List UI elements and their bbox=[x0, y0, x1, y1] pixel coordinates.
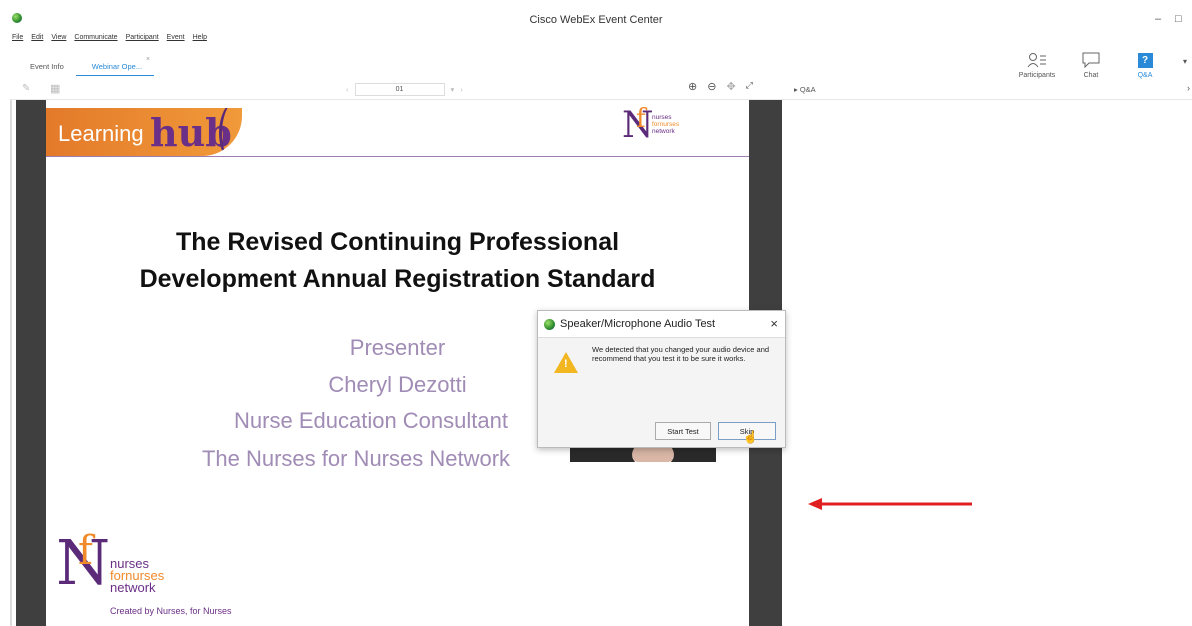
tab-event-info[interactable]: Event Info bbox=[12, 56, 76, 76]
overflow-chevron-icon[interactable]: ▾ bbox=[1183, 57, 1187, 66]
title-bar: Cisco WebEx Event Center – □ bbox=[0, 10, 1192, 32]
prev-page-icon[interactable]: ‹ bbox=[346, 85, 349, 94]
maximize-button[interactable]: □ bbox=[1175, 13, 1182, 25]
panel-buttons: Participants Chat ? Q&A bbox=[1010, 50, 1172, 79]
tab-close-icon[interactable]: × bbox=[146, 56, 150, 63]
left-border bbox=[10, 100, 12, 626]
menu-communicate[interactable]: Communicate bbox=[74, 34, 117, 46]
participants-icon bbox=[1010, 50, 1064, 70]
nfn-logo-large: N f nurses fornurses network Created by … bbox=[56, 528, 276, 622]
logo-line: network bbox=[652, 128, 675, 135]
annotate-pen-icon[interactable]: ✎ bbox=[22, 83, 30, 94]
nfn-logo-small: N f nurses fornurses network bbox=[622, 104, 712, 152]
tab-label: Event Info bbox=[30, 62, 64, 71]
webex-logo-icon bbox=[544, 318, 555, 330]
page-dropdown-icon[interactable]: ▾ bbox=[451, 85, 455, 94]
dialog-title-text: Speaker/Microphone Audio Test bbox=[560, 318, 716, 330]
banner-learning-text: Learning bbox=[58, 121, 144, 146]
collapse-panel-icon[interactable]: › bbox=[1187, 83, 1190, 93]
nfn-tagline: Created by Nurses, for Nurses bbox=[110, 606, 232, 616]
header-divider bbox=[46, 156, 749, 157]
menu-edit[interactable]: Edit bbox=[31, 34, 43, 46]
menu-participant[interactable]: Participant bbox=[126, 34, 159, 46]
minimize-button[interactable]: – bbox=[1155, 13, 1161, 25]
window-title: Cisco WebEx Event Center bbox=[529, 14, 663, 26]
qa-badge: ? bbox=[1137, 52, 1153, 68]
next-page-icon[interactable]: › bbox=[460, 85, 463, 94]
menu-bar: File Edit View Communicate Participant E… bbox=[12, 34, 207, 46]
logo-line: fornurses bbox=[652, 121, 680, 128]
chat-icon bbox=[1064, 50, 1118, 70]
qa-panel-header[interactable]: ▸ Q&A bbox=[794, 85, 816, 94]
webex-window: Cisco WebEx Event Center – □ File Edit V… bbox=[0, 0, 1192, 626]
participants-button[interactable]: Participants bbox=[1010, 50, 1064, 79]
participants-label: Participants bbox=[1018, 72, 1056, 79]
tab-label: Webinar Ope... bbox=[91, 62, 143, 71]
nfn-logo-text-large: nurses fornurses network bbox=[110, 557, 164, 595]
menu-view[interactable]: View bbox=[51, 34, 66, 46]
presenter-photo bbox=[570, 448, 716, 462]
page-number-input[interactable] bbox=[354, 82, 445, 96]
dialog-message: We detected that you changed your audio … bbox=[592, 345, 770, 363]
chat-label: Chat bbox=[1083, 72, 1099, 79]
learning-hub-banner: Learning hub bbox=[46, 108, 242, 156]
tab-webinar[interactable]: Webinar Ope... × bbox=[75, 56, 155, 76]
zoom-out-icon[interactable]: ⊖ bbox=[707, 80, 716, 93]
fit-icon[interactable]: ✥ bbox=[726, 80, 735, 93]
banner-hub-text: hub bbox=[150, 110, 232, 155]
dialog-body: ! We detected that you changed your audi… bbox=[538, 337, 785, 447]
red-arrow-annotation bbox=[808, 498, 972, 510]
nfn-logo-f-icon: f bbox=[636, 104, 646, 134]
logo-line: nurses bbox=[652, 114, 672, 121]
slide-title: The Revised Continuing Professional Deve… bbox=[46, 224, 749, 298]
thumbnail-grid-icon[interactable]: ▦ bbox=[50, 82, 60, 95]
qa-icon: ? bbox=[1118, 50, 1172, 70]
slide-title-line: The Revised Continuing Professional bbox=[175, 228, 620, 256]
slide-title-line: Development Annual Registration Standard bbox=[139, 265, 656, 293]
nfn-logo-text-small: nurses fornurses network bbox=[652, 114, 679, 135]
start-test-button[interactable]: Start Test bbox=[655, 422, 711, 440]
fullscreen-icon[interactable]: ⤢ bbox=[746, 80, 753, 93]
dialog-close-button[interactable]: × bbox=[770, 316, 778, 331]
logo-line: network bbox=[110, 580, 156, 595]
qa-button[interactable]: ? Q&A bbox=[1118, 50, 1172, 79]
zoom-in-icon[interactable]: ⊕ bbox=[688, 80, 697, 93]
audio-test-dialog: Speaker/Microphone Audio Test × ! We det… bbox=[537, 310, 786, 448]
mouse-pointer-icon: ☝ bbox=[743, 430, 758, 444]
warning-exclamation-icon: ! bbox=[564, 358, 568, 370]
dialog-title: Speaker/Microphone Audio Test bbox=[544, 318, 715, 330]
content-toolbar: ✎ ▦ ‹ ▾ › ⊕ ⊖ ✥ ⤢ ▸ Q&A › bbox=[10, 80, 1192, 100]
page-navigator: ‹ ▾ › bbox=[346, 82, 463, 96]
chat-button[interactable]: Chat bbox=[1064, 50, 1118, 79]
menu-event[interactable]: Event bbox=[167, 34, 185, 46]
menu-file[interactable]: File bbox=[12, 34, 23, 46]
zoom-controls: ⊕ ⊖ ✥ ⤢ bbox=[688, 80, 753, 93]
tab-bar: Event Info Webinar Ope... × bbox=[12, 56, 155, 76]
nfn-logo-f-icon: f bbox=[78, 528, 93, 574]
qa-label: Q&A bbox=[1137, 72, 1153, 79]
menu-help[interactable]: Help bbox=[193, 34, 207, 46]
